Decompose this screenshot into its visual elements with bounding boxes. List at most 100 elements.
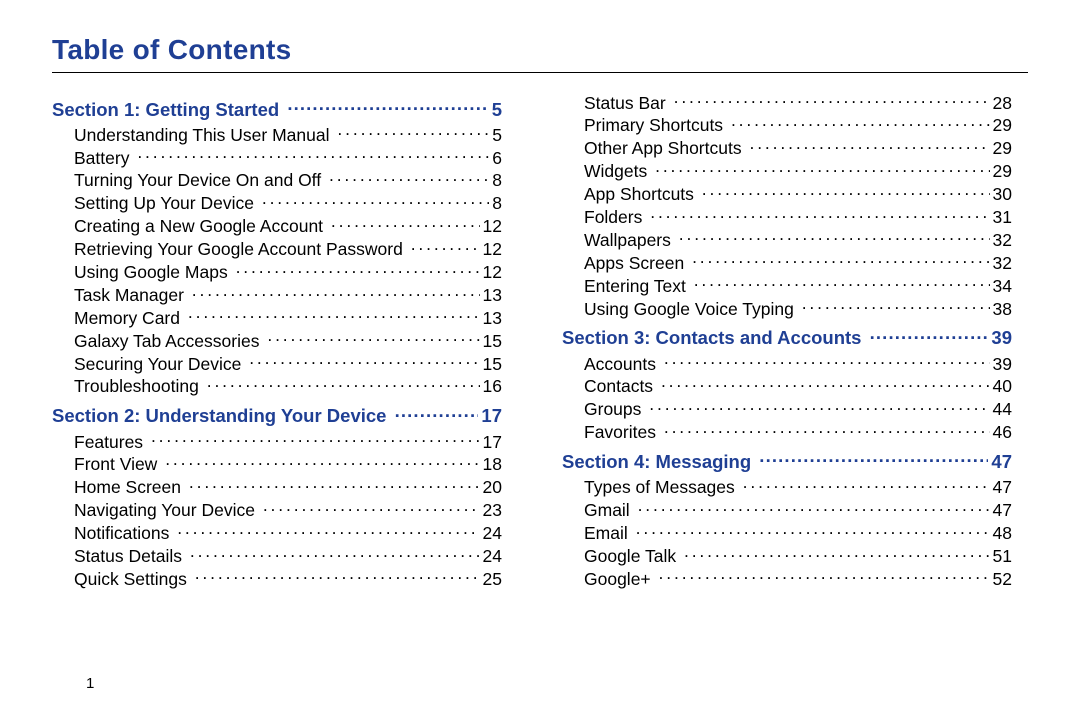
- toc-item-row[interactable]: Groups 44: [562, 398, 1012, 421]
- toc-page-number: 48: [993, 522, 1012, 544]
- toc-page-number: 29: [993, 114, 1012, 136]
- leader-dots: [192, 283, 480, 301]
- toc-section-row[interactable]: Section 3: Contacts and Accounts 39: [562, 326, 1012, 350]
- toc-item-label: Types of Messages: [584, 476, 735, 498]
- leader-dots: [177, 522, 479, 540]
- toc-item-label: Task Manager: [74, 284, 184, 306]
- toc-item-row[interactable]: Setting Up Your Device 8: [52, 192, 502, 215]
- leader-dots: [759, 450, 988, 469]
- toc-item-row[interactable]: Email 48: [562, 522, 1012, 545]
- toc-section-row[interactable]: Section 1: Getting Started 5: [52, 97, 502, 121]
- page-title: Table of Contents: [52, 34, 1028, 66]
- toc-item-label: Other App Shortcuts: [584, 137, 742, 159]
- toc-page-number: 29: [993, 137, 1012, 159]
- toc-item-row[interactable]: Notifications 24: [52, 522, 502, 545]
- toc-page-number: 32: [993, 252, 1012, 274]
- toc-item-row[interactable]: Gmail 47: [562, 499, 1012, 522]
- toc-page-number: 44: [993, 398, 1012, 420]
- toc-column-left: Section 1: Getting Started 5Understandin…: [52, 91, 502, 590]
- toc-item-row[interactable]: Battery 6: [52, 146, 502, 169]
- toc-item-row[interactable]: Quick Settings 25: [52, 567, 502, 590]
- toc-page-number: 13: [483, 284, 502, 306]
- leader-dots: [395, 404, 479, 423]
- toc-item-row[interactable]: App Shortcuts 30: [562, 183, 1012, 206]
- toc-item-row[interactable]: Turning Your Device On and Off 8: [52, 169, 502, 192]
- toc-page-number: 47: [993, 476, 1012, 498]
- toc-item-row[interactable]: Securing Your Device 15: [52, 352, 502, 375]
- toc-page-number: 39: [991, 326, 1012, 350]
- leader-dots: [190, 544, 480, 562]
- toc-page-number: 5: [492, 124, 502, 146]
- toc-page-number: 51: [993, 545, 1012, 567]
- toc-page-number: 15: [483, 330, 502, 352]
- toc-page-number: 8: [492, 192, 502, 214]
- toc-item-row[interactable]: Favorites 46: [562, 421, 1012, 444]
- toc-item-label: Retrieving Your Google Account Password: [74, 238, 403, 260]
- toc-item-row[interactable]: Types of Messages 47: [562, 476, 1012, 499]
- toc-item-label: Using Google Voice Typing: [584, 298, 794, 320]
- leader-dots: [664, 421, 990, 439]
- toc-item-row[interactable]: Wallpapers 32: [562, 228, 1012, 251]
- toc-item-row[interactable]: Navigating Your Device 23: [52, 499, 502, 522]
- toc-item-row[interactable]: Creating a New Google Account 12: [52, 215, 502, 238]
- toc-item-row[interactable]: Troubleshooting 16: [52, 375, 502, 398]
- toc-item-label: Understanding This User Manual: [74, 124, 330, 146]
- toc-item-label: Groups: [584, 398, 641, 420]
- toc-item-label: Accounts: [584, 353, 656, 375]
- leader-dots: [743, 476, 990, 494]
- toc-page-number: 29: [993, 160, 1012, 182]
- toc-item-row[interactable]: Using Google Maps 12: [52, 261, 502, 284]
- toc-item-row[interactable]: Entering Text 34: [562, 274, 1012, 297]
- toc-item-label: Google+: [584, 568, 651, 590]
- toc-item-row[interactable]: Galaxy Tab Accessories 15: [52, 329, 502, 352]
- toc-item-row[interactable]: Features 17: [52, 430, 502, 453]
- toc-page-number: 24: [483, 545, 502, 567]
- toc-section-label: Section 2: Understanding Your Device: [52, 404, 386, 428]
- toc-item-label: Battery: [74, 147, 129, 169]
- leader-dots: [702, 183, 990, 201]
- toc-section-row[interactable]: Section 4: Messaging 47: [562, 450, 1012, 474]
- leader-dots: [165, 453, 479, 471]
- toc-page-number: 16: [483, 375, 502, 397]
- toc-page-number: 24: [483, 522, 502, 544]
- toc-item-row[interactable]: Using Google Voice Typing 38: [562, 297, 1012, 320]
- leader-dots: [287, 97, 488, 116]
- toc-item-row[interactable]: Contacts 40: [562, 375, 1012, 398]
- toc-page-number: 12: [483, 215, 502, 237]
- leader-dots: [684, 544, 990, 562]
- toc-item-label: Widgets: [584, 160, 647, 182]
- toc-item-row[interactable]: Status Details 24: [52, 544, 502, 567]
- toc-item-row[interactable]: Memory Card 13: [52, 306, 502, 329]
- toc-item-row[interactable]: Google Talk 51: [562, 544, 1012, 567]
- toc-item-row[interactable]: Primary Shortcuts 29: [562, 114, 1012, 137]
- leader-dots: [337, 123, 489, 141]
- toc-item-row[interactable]: Home Screen 20: [52, 476, 502, 499]
- toc-item-label: Status Bar: [584, 92, 666, 114]
- toc-section-row[interactable]: Section 2: Understanding Your Device 17: [52, 404, 502, 428]
- leader-dots: [263, 499, 480, 517]
- toc-item-row[interactable]: Folders 31: [562, 205, 1012, 228]
- toc-item-row[interactable]: Widgets 29: [562, 160, 1012, 183]
- toc-item-row[interactable]: Task Manager 13: [52, 283, 502, 306]
- toc-columns: Section 1: Getting Started 5Understandin…: [52, 91, 1028, 590]
- toc-item-row[interactable]: Understanding This User Manual 5: [52, 123, 502, 146]
- leader-dots: [650, 205, 989, 223]
- leader-dots: [659, 567, 990, 585]
- toc-item-row[interactable]: Retrieving Your Google Account Password …: [52, 238, 502, 261]
- leader-dots: [731, 114, 990, 132]
- toc-item-row[interactable]: Front View 18: [52, 453, 502, 476]
- toc-item-row[interactable]: Apps Screen 32: [562, 251, 1012, 274]
- leader-dots: [329, 169, 489, 187]
- toc-item-label: Folders: [584, 206, 642, 228]
- toc-item-row[interactable]: Accounts 39: [562, 352, 1012, 375]
- toc-item-row[interactable]: Google+ 52: [562, 567, 1012, 590]
- toc-page-number: 6: [492, 147, 502, 169]
- toc-section-label: Section 3: Contacts and Accounts: [562, 326, 861, 350]
- toc-item-label: Setting Up Your Device: [74, 192, 254, 214]
- toc-page-number: 13: [483, 307, 502, 329]
- toc-item-label: Memory Card: [74, 307, 180, 329]
- toc-item-label: App Shortcuts: [584, 183, 694, 205]
- toc-item-row[interactable]: Other App Shortcuts 29: [562, 137, 1012, 160]
- leader-dots: [636, 522, 990, 540]
- toc-item-row[interactable]: Status Bar 28: [562, 91, 1012, 114]
